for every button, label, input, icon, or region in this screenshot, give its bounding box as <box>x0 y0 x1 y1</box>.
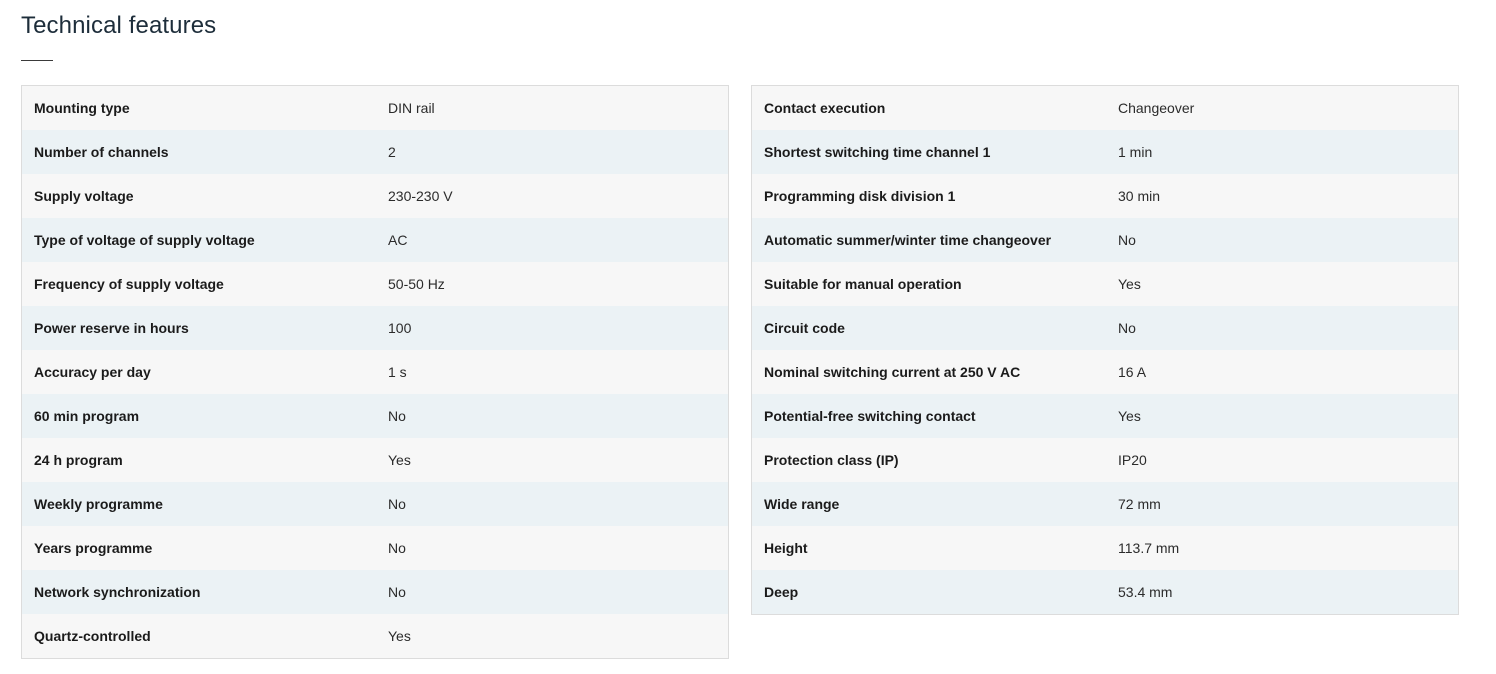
spec-label: Shortest switching time channel 1 <box>764 144 991 160</box>
spec-row: Potential-free switching contact Yes <box>752 394 1458 438</box>
spec-value: Changeover <box>1118 100 1195 116</box>
spec-value: 230-230 V <box>388 188 453 204</box>
spec-label: Circuit code <box>764 320 845 336</box>
spec-row: Quartz-controlled Yes <box>22 614 728 658</box>
spec-row: Circuit code No <box>752 306 1458 350</box>
spec-value: 1 min <box>1118 144 1153 160</box>
spec-row: Accuracy per day 1 s <box>22 350 728 394</box>
spec-value: 2 <box>388 144 396 160</box>
spec-row: Years programme No <box>22 526 728 570</box>
spec-value: No <box>388 584 406 600</box>
spec-row: Weekly programme No <box>22 482 728 526</box>
spec-row: 60 min program No <box>22 394 728 438</box>
spec-label: Power reserve in hours <box>34 320 189 336</box>
spec-value: Yes <box>388 452 411 468</box>
spec-value: 113.7 mm <box>1118 540 1180 556</box>
spec-value: No <box>1118 320 1136 336</box>
spec-label: Frequency of supply voltage <box>34 276 224 292</box>
spec-table-left: Mounting type DIN rail Number of channel… <box>21 85 729 659</box>
spec-row: Contact execution Changeover <box>752 86 1458 130</box>
spec-value: No <box>1118 232 1136 248</box>
spec-row: Supply voltage 230-230 V <box>22 174 728 218</box>
spec-row: Mounting type DIN rail <box>22 86 728 130</box>
spec-value: Yes <box>1118 276 1141 292</box>
spec-label: 24 h program <box>34 452 123 468</box>
spec-value: 50-50 Hz <box>388 276 445 292</box>
spec-value: Yes <box>388 628 411 644</box>
spec-label: Programming disk division 1 <box>764 188 956 204</box>
spec-row: Type of voltage of supply voltage AC <box>22 218 728 262</box>
spec-value: Yes <box>1118 408 1141 424</box>
spec-label: Type of voltage of supply voltage <box>34 232 255 248</box>
spec-label: Number of channels <box>34 144 169 160</box>
spec-label: Deep <box>764 584 799 600</box>
spec-value: No <box>388 408 406 424</box>
spec-value: 72 mm <box>1118 496 1161 512</box>
spec-label: Contact execution <box>764 100 886 116</box>
spec-value: 16 A <box>1118 364 1147 380</box>
title-underline <box>21 60 53 61</box>
spec-label: Height <box>764 540 808 556</box>
spec-label: Potential-free switching contact <box>764 408 976 424</box>
spec-label: Weekly programme <box>34 496 163 512</box>
spec-row: Shortest switching time channel 1 1 min <box>752 130 1458 174</box>
spec-label: Quartz-controlled <box>34 628 151 644</box>
spec-label: Suitable for manual operation <box>764 276 962 292</box>
spec-row: Number of channels 2 <box>22 130 728 174</box>
spec-value: 1 s <box>388 364 407 380</box>
spec-value: 30 min <box>1118 188 1161 204</box>
spec-label: Accuracy per day <box>34 364 151 380</box>
spec-label: Network synchronization <box>34 584 201 600</box>
spec-label: Supply voltage <box>34 188 134 204</box>
spec-row: Deep 53.4 mm <box>752 570 1458 614</box>
spec-label: Protection class (IP) <box>764 452 899 468</box>
spec-row: Programming disk division 1 30 min <box>752 174 1458 218</box>
section-title: Technical features <box>21 12 217 39</box>
spec-row: Wide range 72 mm <box>752 482 1458 526</box>
spec-label: 60 min program <box>34 408 140 424</box>
spec-row: Network synchronization No <box>22 570 728 614</box>
spec-row: Suitable for manual operation Yes <box>752 262 1458 306</box>
spec-value: 53.4 mm <box>1118 584 1173 600</box>
spec-row: Protection class (IP) IP20 <box>752 438 1458 482</box>
spec-row: Nominal switching current at 250 V AC 16… <box>752 350 1458 394</box>
spec-row: Power reserve in hours 100 <box>22 306 728 350</box>
spec-row: Height 113.7 mm <box>752 526 1458 570</box>
spec-value: No <box>388 496 406 512</box>
spec-label: Wide range <box>764 496 840 512</box>
spec-label: Automatic summer/winter time changeover <box>764 232 1052 248</box>
spec-row: 24 h program Yes <box>22 438 728 482</box>
spec-table-right: Contact execution Changeover Shortest sw… <box>751 85 1459 615</box>
spec-value: No <box>388 540 406 556</box>
spec-row: Frequency of supply voltage 50-50 Hz <box>22 262 728 306</box>
spec-value: 100 <box>388 320 412 336</box>
spec-label: Mounting type <box>34 100 130 116</box>
spec-value: DIN rail <box>388 100 435 116</box>
spec-value: AC <box>388 232 408 248</box>
spec-label: Nominal switching current at 250 V AC <box>764 364 1021 380</box>
spec-row: Automatic summer/winter time changeover … <box>752 218 1458 262</box>
spec-value: IP20 <box>1118 452 1147 468</box>
spec-label: Years programme <box>34 540 153 556</box>
